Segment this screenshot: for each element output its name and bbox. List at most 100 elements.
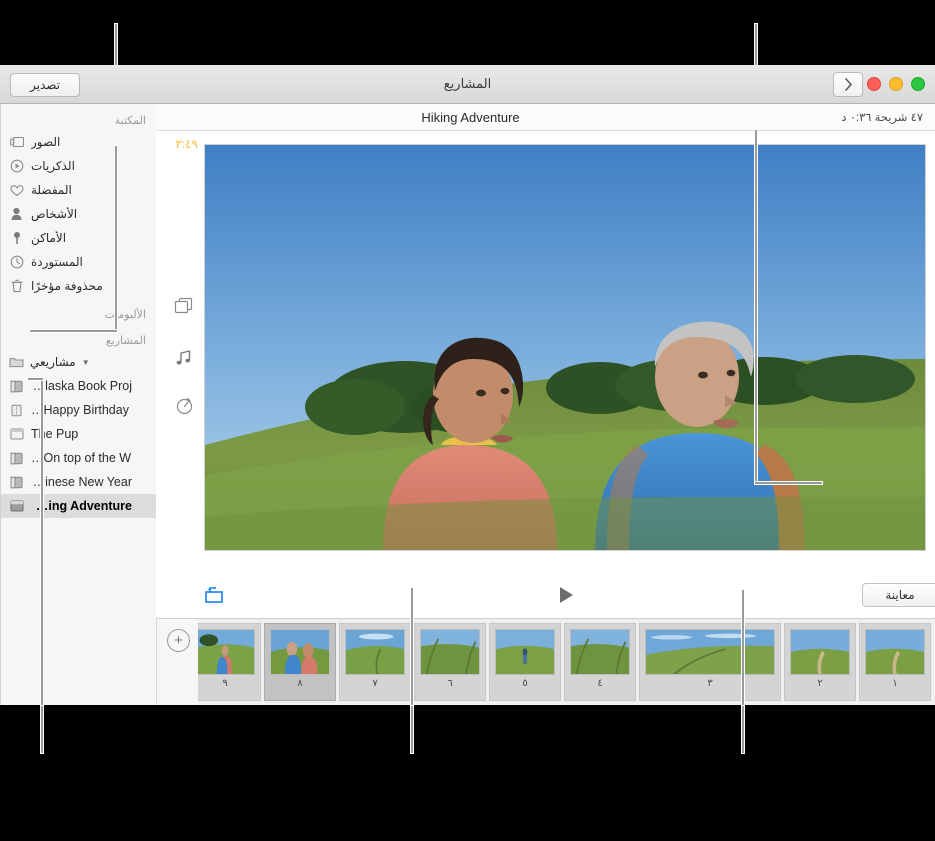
project-title: Hiking Adventure: [421, 109, 520, 125]
sidebar-item-label: Chinese New Year: [31, 475, 132, 489]
sidebar-item-project-happy-birthday[interactable]: Happy Birthday…: [1, 398, 156, 422]
sidebar-header-library: المكتبة: [114, 115, 146, 127]
callout-elbow-project-v: [755, 130, 757, 483]
slideshow-icon: [9, 499, 24, 514]
play-icon[interactable]: [554, 583, 578, 607]
sidebar[interactable]: المكتبة الصور الذكريات المفضلة الأشخاص ا…: [0, 104, 156, 705]
export-frame-icon[interactable]: [202, 585, 226, 605]
duration-icon[interactable]: [172, 393, 196, 417]
slide-number: ٧: [372, 678, 378, 689]
sidebar-item-photos[interactable]: الصور: [1, 130, 156, 154]
sidebar-item-label: الصور: [31, 135, 61, 149]
slide-number: ٢: [817, 678, 823, 689]
person-icon: [9, 207, 24, 222]
sidebar-item-project-chinese-new-year[interactable]: Chinese New Year: [1, 470, 156, 494]
book-icon: [9, 475, 24, 490]
slide-number: ٩: [222, 678, 228, 689]
filmstrip-slide[interactable]: ٢: [784, 623, 856, 701]
slide-preview-image[interactable]: [204, 144, 926, 551]
export-button[interactable]: تصدير: [10, 73, 80, 97]
sidebar-item-label: Hiking Adventure: [31, 499, 132, 513]
filmstrip-slide[interactable]: ٥: [489, 623, 561, 701]
timecode-label: ٣:٤٩: [175, 137, 198, 151]
maximize-button[interactable]: [911, 77, 925, 91]
sidebar-item-memories[interactable]: الذكريات: [1, 154, 156, 178]
sidebar-item-project-hiking-adventure[interactable]: Hiking Adventure: [1, 494, 156, 518]
heart-icon: [9, 183, 24, 198]
sidebar-item-recently-deleted[interactable]: محذوفة مؤخرًا: [1, 274, 156, 298]
slide-thumbnail-image: [198, 629, 255, 675]
slide-count-label: ٤٧ شريحة ٠:٣٦ د: [841, 112, 923, 124]
filmstrip-slide[interactable]: ٧: [339, 623, 411, 701]
preview-stage: [204, 131, 935, 576]
sidebar-item-label: Alaska Book Proj…: [31, 379, 132, 393]
slide-thumbnail-image: [270, 629, 330, 675]
sidebar-item-label: المفضلة: [31, 183, 72, 197]
callout-elbow-themes-v: [115, 146, 117, 331]
sidebar-item-label: الأشخاص: [31, 207, 78, 221]
filmstrip[interactable]: ١٢٣٤٥٦٧٨٩١٠: [198, 619, 935, 705]
filmstrip-row: ١٢٣٤٥٦٧٨٩١٠ +: [156, 618, 935, 705]
add-button-label: +: [174, 632, 183, 649]
slide-number: ٦: [447, 678, 453, 689]
add-button[interactable]: +: [167, 629, 190, 652]
filmstrip-slide[interactable]: ٩: [198, 623, 261, 701]
minimize-button[interactable]: [889, 77, 903, 91]
callout-line-project-top: [755, 24, 757, 65]
filmstrip-slide[interactable]: ٦: [414, 623, 486, 701]
folder-icon: [9, 355, 24, 370]
callout-elbow-music-h: [28, 378, 43, 380]
playback-bar: معاينة: [156, 576, 935, 618]
slide-thumbnail-image: [495, 629, 555, 675]
sidebar-item-label: الذكريات: [31, 159, 75, 173]
sidebar-item-label: Happy Birthday…: [31, 403, 129, 417]
card-icon: [9, 403, 24, 418]
filmstrip-slide[interactable]: ٨: [264, 623, 336, 701]
callout-line-preview-bottom: [742, 705, 744, 753]
sidebar-item-project-alaska-book[interactable]: Alaska Book Proj…: [1, 374, 156, 398]
callout-elbow-play-v: [411, 588, 413, 705]
pin-icon: [9, 231, 24, 246]
sidebar-item-label: محذوفة مؤخرًا: [31, 279, 103, 293]
sidebar-item-favorites[interactable]: المفضلة: [1, 178, 156, 202]
tool-rail[interactable]: ٣:٤٩: [156, 131, 204, 576]
callout-line-play-bottom: [411, 705, 413, 753]
sidebar-item-people[interactable]: الأشخاص: [1, 202, 156, 226]
sidebar-item-project-the-pup[interactable]: The Pup: [1, 422, 156, 446]
export-button-label: تصدير: [30, 78, 61, 92]
sidebar-item-label: الأماكن: [31, 231, 67, 245]
callout-elbow-preview-v: [742, 590, 744, 705]
slide-thumbnail-image: [345, 629, 405, 675]
chevron-down-icon[interactable]: ▼: [82, 358, 90, 367]
trash-icon: [9, 279, 24, 294]
sidebar-header-albums: الألبومات: [104, 309, 146, 321]
slide-thumbnail-image: [420, 629, 480, 675]
sidebar-group-my-projects[interactable]: مشاريعي ▼: [1, 350, 156, 374]
titlebar: تصدير المشاريع: [0, 65, 935, 104]
music-icon[interactable]: [172, 346, 196, 370]
sidebar-group-label: مشاريعي: [30, 355, 76, 369]
slide-number: ٣: [707, 678, 713, 689]
sidebar-item-places[interactable]: الأماكن: [1, 226, 156, 250]
slide-thumbnail-image: [865, 629, 925, 675]
sidebar-item-imported[interactable]: المستوردة: [1, 250, 156, 274]
main-panel: ٤٧ شريحة ٠:٣٦ د Hiking Adventure ٣:٤٩ مع…: [156, 104, 935, 705]
chevron-right-icon[interactable]: [833, 72, 863, 97]
filmstrip-slide[interactable]: ١: [859, 623, 931, 701]
filmstrip-slide[interactable]: ٣: [639, 623, 781, 701]
sidebar-item-project-on-top-of-the-world[interactable]: On top of the W…: [1, 446, 156, 470]
photos-icon: [9, 135, 24, 150]
close-button[interactable]: [867, 77, 881, 91]
slide-thumbnail-image: [570, 629, 630, 675]
clock-icon: [9, 255, 24, 270]
filmstrip-sidebar: +: [156, 619, 198, 705]
preview-button[interactable]: معاينة: [862, 583, 935, 607]
window-body: المكتبة الصور الذكريات المفضلة الأشخاص ا…: [0, 104, 935, 705]
themes-icon[interactable]: [172, 294, 196, 318]
filmstrip-slide[interactable]: ٤: [564, 623, 636, 701]
slide-number: ٤: [597, 678, 603, 689]
project-info-bar: ٤٧ شريحة ٠:٣٦ د Hiking Adventure: [156, 104, 935, 131]
window-title: المشاريع: [443, 76, 492, 91]
preview-button-label: معاينة: [885, 588, 915, 602]
app-window: تصدير المشاريع المكتبة الصور الذكريات ال…: [0, 65, 935, 705]
